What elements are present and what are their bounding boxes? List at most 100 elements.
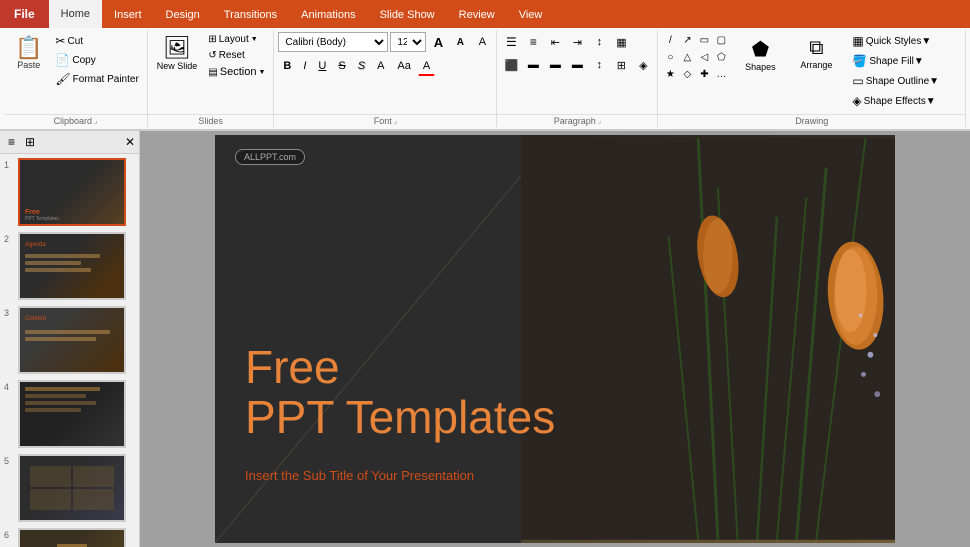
shapes-icon: ⬟	[752, 37, 769, 62]
text-shadow-button[interactable]: S	[353, 56, 370, 76]
slide-thumb-4[interactable]: 4	[4, 380, 135, 448]
cut-icon: ✂	[55, 34, 65, 48]
tab-animations[interactable]: Animations	[289, 2, 367, 28]
slide-image-1: Free PPT Templates	[18, 158, 126, 226]
slide-thumb-6[interactable]: 6	[4, 528, 135, 547]
tab-view[interactable]: View	[507, 2, 555, 28]
arrange-label: Arrange	[800, 60, 832, 70]
shape-line[interactable]: /	[662, 32, 678, 48]
font-grow-button[interactable]: A	[428, 32, 448, 52]
ribbon-content: 📋 Paste ✂ Cut 📄 Copy 🖌 Format Painter	[0, 28, 970, 130]
align-text-button[interactable]: ⊞	[611, 55, 631, 75]
panel-close-button[interactable]: ✕	[125, 135, 135, 149]
main-area: ≡ ⊞ ✕ 1 Free PPT Templates 2	[0, 131, 970, 547]
columns-button[interactable]: ▦	[611, 32, 631, 52]
bold-button[interactable]: B	[278, 56, 296, 76]
shapes-label: Shapes	[745, 62, 776, 72]
shape-arrow[interactable]: ↗	[679, 32, 695, 48]
shape-triangle[interactable]: △	[679, 49, 695, 65]
panel-view-list-button[interactable]: ≡	[4, 133, 19, 151]
copy-button[interactable]: 📄 Copy	[51, 51, 142, 69]
section-button[interactable]: ▤ Section ▼	[204, 64, 269, 80]
char-spacing-button[interactable]: A	[372, 56, 390, 76]
shape-rect[interactable]: ▭	[696, 32, 712, 48]
slide-image-2: Agenda	[18, 232, 126, 300]
slide-thumb-3[interactable]: 3 Content	[4, 306, 135, 374]
format-painter-button[interactable]: 🖌 Format Painter	[51, 70, 142, 88]
drawing-label: Drawing	[658, 114, 965, 127]
decrease-indent-button[interactable]: ⇤	[545, 32, 565, 52]
shape-fill-button[interactable]: 🪣 Shape Fill▼	[847, 52, 944, 70]
layout-label: Layout	[219, 34, 249, 45]
font-color-button[interactable]: A	[418, 56, 435, 76]
drawing-content: / ↗ ▭ ▢ ○ △ ◁ ⬠ ★ ◇ ✚ …	[658, 30, 965, 112]
shape-more[interactable]: …	[713, 66, 729, 82]
tab-slideshow[interactable]: Slide Show	[368, 2, 447, 28]
font-row-2: B I U S S A Aa A	[278, 56, 435, 76]
font-group: Calibri (Body) 12 A A A B I U S S A A	[274, 30, 497, 127]
panel-view-grid-button[interactable]: ⊞	[21, 133, 39, 151]
smartart-button[interactable]: ◈	[633, 55, 653, 75]
line-spacing-button[interactable]: ↕	[589, 32, 609, 52]
font-launcher[interactable]: ⌟	[394, 117, 397, 125]
shape-pentagon[interactable]: ⬠	[713, 49, 729, 65]
shape-outline-label: Shape Outline▼	[866, 76, 939, 87]
shape-round-rect[interactable]: ▢	[713, 32, 729, 48]
italic-button[interactable]: I	[298, 56, 311, 76]
shape-outline-button[interactable]: ▭ Shape Outline▼	[847, 72, 944, 90]
flower-svg	[521, 135, 895, 543]
slide-num-4: 4	[4, 382, 14, 392]
strikethrough-button[interactable]: S	[333, 56, 350, 76]
tab-design[interactable]: Design	[154, 2, 212, 28]
tab-home[interactable]: Home	[49, 0, 102, 28]
slide-thumb-5[interactable]: 5	[4, 454, 135, 522]
tab-insert[interactable]: Insert	[102, 2, 154, 28]
slide-image-4	[18, 380, 126, 448]
font-name-select[interactable]: Calibri (Body)	[278, 32, 388, 52]
numbering-button[interactable]: ≡	[523, 32, 543, 52]
cut-button[interactable]: ✂ Cut	[51, 32, 142, 50]
justify-button[interactable]: ▬	[567, 55, 587, 75]
quick-styles-button[interactable]: ▦ Quick Styles▼	[847, 32, 944, 50]
text-direction-button[interactable]: ↕	[589, 55, 609, 75]
underline-button[interactable]: U	[313, 56, 331, 76]
tab-file[interactable]: File	[0, 0, 49, 28]
new-slide-button[interactable]: 🖼 New Slide	[152, 32, 203, 74]
increase-indent-button[interactable]: ⇥	[567, 32, 587, 52]
reset-button[interactable]: ↺ Reset	[204, 48, 269, 63]
align-center-button[interactable]: ▬	[523, 55, 543, 75]
bullets-button[interactable]: ☰	[501, 32, 521, 52]
slides-group: 🖼 New Slide ⊞ Layout ▼ ↺ Reset ▤	[148, 30, 275, 127]
shape-cross[interactable]: ✚	[696, 66, 712, 82]
arrange-button[interactable]: ⧉ Arrange	[791, 32, 841, 75]
tab-review[interactable]: Review	[447, 2, 507, 28]
para-row-1: ☰ ≡ ⇤ ⇥ ↕ ▦	[501, 32, 631, 52]
shape-oval[interactable]: ○	[662, 49, 678, 65]
clipboard-launcher[interactable]: ⌟	[94, 117, 97, 125]
clipboard-small-buttons: ✂ Cut 📄 Copy 🖌 Format Painter	[51, 32, 142, 88]
shapes-grid: / ↗ ▭ ▢ ○ △ ◁ ⬠ ★ ◇ ✚ …	[662, 32, 729, 82]
paste-button[interactable]: 📋 Paste	[8, 32, 49, 75]
change-case-button[interactable]: Aa	[392, 56, 415, 76]
font-content: Calibri (Body) 12 A A A B I U S S A A	[274, 30, 496, 112]
drawing-actions: ▦ Quick Styles▼ 🪣 Shape Fill▼ ▭ Shape Ou…	[847, 32, 944, 110]
tab-transitions[interactable]: Transitions	[212, 2, 289, 28]
font-size-select[interactable]: 12	[390, 32, 426, 52]
layout-button[interactable]: ⊞ Layout ▼	[204, 32, 269, 47]
font-shrink-button[interactable]: A	[450, 32, 470, 52]
align-left-button[interactable]: ⬛	[501, 55, 521, 75]
slide-thumb-1[interactable]: 1 Free PPT Templates	[4, 158, 135, 226]
align-right-button[interactable]: ▬	[545, 55, 565, 75]
shape-diamond[interactable]: ◇	[679, 66, 695, 82]
layout-icon: ⊞	[208, 34, 216, 45]
slide-thumb-2[interactable]: 2 Agenda	[4, 232, 135, 300]
shape-effects-button[interactable]: ◈ Shape Effects▼	[847, 92, 944, 110]
paragraph-group: ☰ ≡ ⇤ ⇥ ↕ ▦ ⬛ ▬ ▬ ▬ ↕ ⊞ ◈	[497, 30, 658, 127]
clear-format-button[interactable]: A	[472, 32, 492, 52]
slides-label: Slides	[148, 114, 274, 127]
paragraph-launcher[interactable]: ⌟	[598, 117, 601, 125]
shape-star[interactable]: ★	[662, 66, 678, 82]
section-label: Section	[220, 66, 257, 78]
shapes-button[interactable]: ⬟ Shapes	[735, 32, 785, 77]
shape-callout[interactable]: ◁	[696, 49, 712, 65]
